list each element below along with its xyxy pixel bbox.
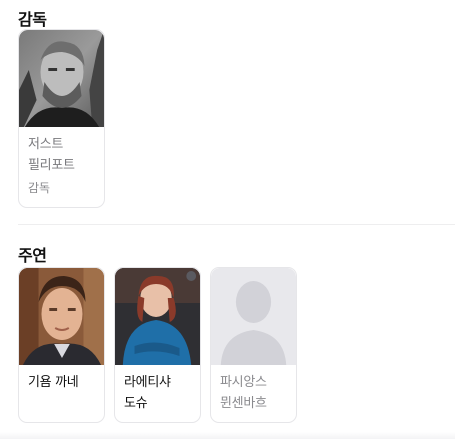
director-name[interactable]: 저스트 필리포트 (19, 127, 104, 176)
actor-photo[interactable] (19, 268, 104, 365)
director-photo[interactable] (19, 30, 104, 127)
director-role: 감독 (28, 181, 51, 195)
cast-name[interactable]: 라에티샤 도슈 (115, 365, 200, 414)
director-portrait-image (19, 30, 104, 127)
cast-name[interactable]: 파시앙스 뮌센바흐 (211, 365, 296, 414)
actress-portrait-image (115, 268, 200, 365)
cast-card[interactable]: 라에티샤 도슈 (114, 267, 201, 423)
default-profile-silhouette-icon (211, 268, 296, 365)
cast-card[interactable]: 기욤 까네 (18, 267, 105, 423)
actress-photo[interactable] (115, 268, 200, 365)
scroll-edge (0, 432, 455, 439)
director-section-title: 감독 (18, 10, 47, 29)
cast-name[interactable]: 기욤 까네 (19, 365, 104, 393)
director-card[interactable]: 저스트 필리포트 감독 (18, 29, 105, 208)
person-placeholder-icon[interactable] (211, 268, 296, 365)
cast-section-title: 주연 (18, 246, 47, 265)
cast-card[interactable]: 파시앙스 뮌센바흐 (210, 267, 297, 423)
actor-portrait-image (19, 268, 104, 365)
section-divider (18, 224, 455, 225)
